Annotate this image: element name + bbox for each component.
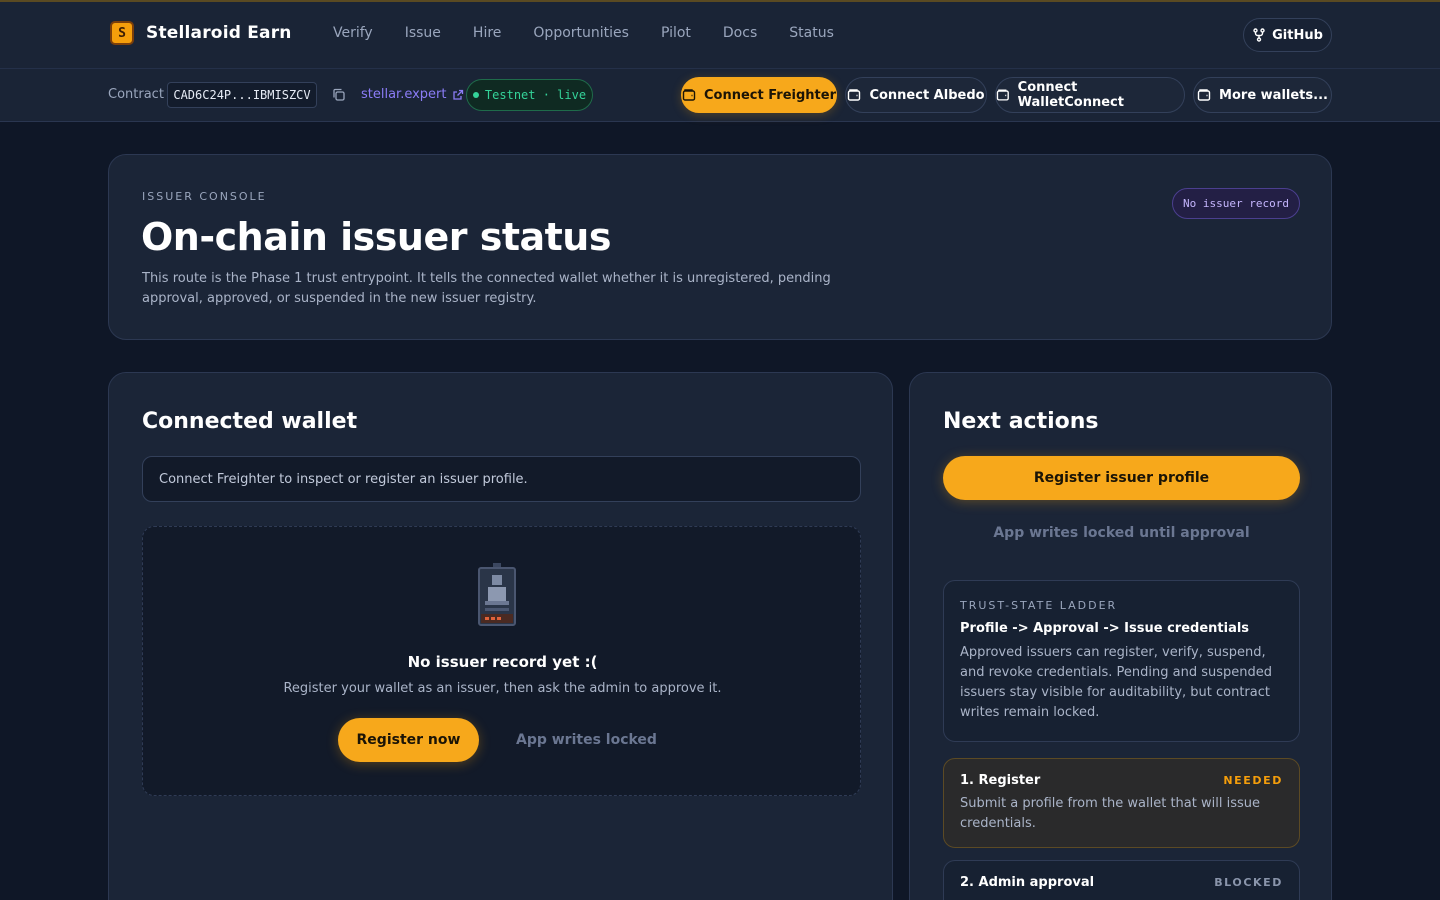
step-register: 1. Register NEEDED Submit a profile from…	[943, 758, 1300, 848]
connect-freighter-button[interactable]: Connect Freighter	[681, 77, 837, 113]
explorer-link[interactable]: stellar.expert	[361, 87, 464, 102]
step-title: 2. Admin approval	[960, 875, 1095, 890]
network-status-badge: Testnet · live	[466, 79, 593, 111]
main-nav: Verify Issue Hire Opportunities Pilot Do…	[333, 25, 866, 41]
top-navigation: S Stellaroid Earn Verify Issue Hire Oppo…	[0, 0, 1440, 69]
connect-walletconnect-button[interactable]: Connect WalletConnect	[995, 77, 1185, 113]
github-label: GitHub	[1272, 27, 1323, 43]
connected-wallet-title: Connected wallet	[142, 409, 358, 434]
register-issuer-profile-button[interactable]: Register issuer profile	[943, 456, 1300, 500]
next-actions-title: Next actions	[943, 409, 1099, 434]
explorer-link-label: stellar.expert	[361, 87, 447, 102]
connected-wallet-card: Connected wallet Connect Freighter to in…	[108, 372, 893, 900]
external-link-icon	[452, 89, 463, 100]
connect-walletconnect-label: Connect WalletConnect	[1017, 80, 1124, 110]
issuer-console-card: ISSUER CONSOLE On-chain issuer status Th…	[108, 154, 1332, 340]
contract-bar: Contract CAD6C24P...IBMISZCV stellar.exp…	[0, 69, 1440, 122]
copy-icon[interactable]	[331, 87, 347, 103]
wallet-icon	[1197, 89, 1211, 101]
wallet-hint: Connect Freighter to inspect or register…	[142, 456, 861, 502]
nav-item-docs[interactable]: Docs	[723, 25, 757, 41]
approval-lock-label: App writes locked until approval	[993, 525, 1250, 541]
contract-id: CAD6C24P...IBMISZCV	[167, 82, 317, 108]
nav-item-status[interactable]: Status	[789, 25, 834, 41]
more-wallets-label: More wallets...	[1219, 87, 1328, 103]
empty-state: No issuer record yet :( Register your wa…	[142, 526, 861, 796]
brand-name: Stellaroid Earn	[146, 23, 292, 43]
brand[interactable]: S Stellaroid Earn	[110, 21, 292, 45]
step-status-badge: NEEDED	[1223, 774, 1283, 787]
trust-state-ladder: TRUST-STATE LADDER Profile -> Approval -…	[943, 580, 1300, 742]
nav-item-issue[interactable]: Issue	[405, 25, 441, 41]
empty-state-title: No issuer record yet :(	[407, 653, 598, 671]
nav-item-pilot[interactable]: Pilot	[661, 25, 691, 41]
ladder-body: Approved issuers can register, verify, s…	[960, 645, 1272, 720]
step-admin-approval: 2. Admin approval BLOCKED	[943, 860, 1300, 900]
connect-albedo-label: Connect Albedo	[869, 87, 985, 103]
id-badge-icon	[478, 563, 516, 626]
wallet-icon	[996, 89, 1009, 101]
contract-label: Contract	[108, 87, 164, 102]
step-status-badge: BLOCKED	[1214, 876, 1283, 889]
connect-albedo-button[interactable]: Connect Albedo	[845, 77, 987, 113]
writes-locked-label: App writes locked	[516, 732, 657, 748]
nav-item-opportunities[interactable]: Opportunities	[533, 25, 629, 41]
page-description: This route is the Phase 1 trust entrypoi…	[142, 271, 831, 306]
page-eyebrow: ISSUER CONSOLE	[142, 190, 267, 203]
register-now-button[interactable]: Register now	[338, 718, 479, 762]
wallet-icon	[848, 89, 861, 101]
page-title: On-chain issuer status	[141, 215, 611, 259]
github-icon	[1253, 28, 1265, 42]
nav-item-verify[interactable]: Verify	[333, 25, 373, 41]
empty-state-subtitle: Register your wallet as an issuer, then …	[283, 681, 722, 696]
step-body: Submit a profile from the wallet that wi…	[960, 796, 1260, 831]
brand-logo-icon: S	[110, 21, 134, 45]
connect-freighter-label: Connect Freighter	[704, 87, 836, 103]
nav-item-hire[interactable]: Hire	[473, 25, 501, 41]
wallet-icon	[682, 89, 696, 101]
ladder-title: Profile -> Approval -> Issue credentials	[960, 621, 1250, 636]
step-title: 1. Register	[960, 773, 1041, 788]
github-button[interactable]: GitHub	[1243, 18, 1332, 52]
next-actions-card: Next actions Register issuer profile App…	[909, 372, 1332, 900]
issuer-status-badge: No issuer record	[1172, 188, 1300, 219]
more-wallets-button[interactable]: More wallets...	[1193, 77, 1332, 113]
network-status-label: Testnet · live	[484, 88, 587, 102]
ladder-eyebrow: TRUST-STATE LADDER	[960, 599, 1118, 612]
live-dot-icon	[472, 92, 479, 98]
